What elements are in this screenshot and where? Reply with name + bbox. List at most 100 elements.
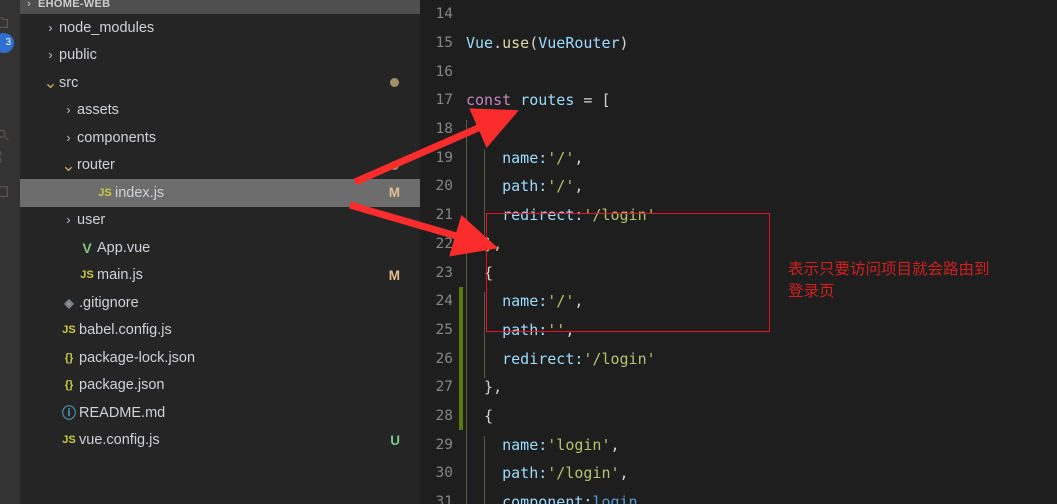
code-token: , <box>574 292 584 311</box>
file-type-icon: JS <box>80 269 94 282</box>
code-token: { <box>466 263 494 282</box>
code-token: path: <box>466 177 548 196</box>
tree-item-router[interactable]: ⌄ router <box>20 152 420 180</box>
explorer-section-header[interactable]: › EHOME-WEB <box>20 0 420 14</box>
source-control-icon[interactable] <box>0 150 10 164</box>
code-token: '/login' <box>583 349 656 368</box>
code-token: '/login' <box>547 464 620 483</box>
tree-item-components[interactable]: › components <box>20 124 420 152</box>
tree-item--gitignore[interactable]: ◈ .gitignore <box>20 289 420 317</box>
code-line[interactable]: 31 component:login <box>420 488 1057 504</box>
code-text: path:'/', <box>466 177 584 207</box>
code-token: 'login' <box>547 435 611 454</box>
tree-item-node-modules[interactable]: › node_modules <box>20 14 420 42</box>
tree-item-public[interactable]: › public <box>20 42 420 70</box>
code-line[interactable]: 28 { <box>420 401 1057 436</box>
tree-item-index-js[interactable]: JS index.js M <box>20 179 420 207</box>
git-added-gutter-marker <box>459 286 463 316</box>
line-number: 15 <box>435 35 453 52</box>
code-token: name: <box>466 148 548 167</box>
code-token: , <box>565 320 575 339</box>
code-line[interactable]: 20 path:'/', <box>420 172 1057 207</box>
code-token: }, <box>466 234 503 253</box>
code-token: path: <box>466 320 548 339</box>
search-icon[interactable] <box>0 128 10 142</box>
file-type-icon: {} <box>64 379 74 392</box>
tree-item-babel-config-js[interactable]: JS babel.config.js <box>20 317 420 345</box>
tree-item-label: main.js <box>97 267 143 284</box>
code-token: , <box>574 148 584 167</box>
code-line[interactable]: 18 { <box>420 115 1057 149</box>
tree-item-label: node_modules <box>59 19 155 36</box>
code-token: , <box>619 464 629 483</box>
code-line[interactable]: 15 Vue.use(VueRouter) <box>420 29 1057 58</box>
indent-guide <box>466 493 467 504</box>
code-token: '/' <box>547 177 575 196</box>
code-line[interactable]: 16 <box>420 57 1057 86</box>
code-line[interactable]: 30 path:'/login', <box>420 459 1057 494</box>
chevron-right-icon: › <box>48 48 53 62</box>
activity-bar[interactable]: 3 <box>0 0 20 504</box>
code-token: path: <box>466 464 548 483</box>
code-line[interactable]: 25 path:'', <box>420 315 1057 350</box>
code-line[interactable]: 27 }, <box>420 372 1057 407</box>
file-type-icon: ⓘ <box>62 404 76 421</box>
code-line[interactable]: 29 name:'login', <box>420 430 1057 465</box>
tree-item-app-vue[interactable]: V App.vue <box>20 234 420 262</box>
line-number: 29 <box>435 436 453 453</box>
code-token: use <box>502 34 530 53</box>
folder-change-dot <box>390 160 399 170</box>
code-line[interactable]: 21 redirect:'/login' <box>420 201 1057 235</box>
code-text: { <box>466 120 493 149</box>
tree-item-package-json[interactable]: {} package.json <box>20 372 420 400</box>
code-text: path:'/login', <box>466 464 629 494</box>
chevron-right-icon: › <box>66 213 71 227</box>
tree-item-readme-md[interactable]: ⓘ README.md <box>20 399 420 427</box>
code-token: , <box>574 177 584 196</box>
chevron-right-icon: › <box>66 103 71 117</box>
tree-item-user[interactable]: › user <box>20 207 420 235</box>
code-line[interactable]: 23 { <box>420 258 1057 293</box>
code-text: name:'login', <box>466 435 620 465</box>
tree-item-main-js[interactable]: JS main.js M <box>20 262 420 290</box>
code-line[interactable]: 14 <box>420 0 1057 29</box>
git-status-badge: M <box>388 267 400 283</box>
code-token: VueRouter <box>538 34 620 53</box>
file-type-icon: JS <box>62 324 76 337</box>
line-number: 30 <box>435 465 453 482</box>
code-line[interactable]: 17 const routes = [ <box>420 86 1057 115</box>
code-token: { <box>466 406 494 425</box>
code-line[interactable]: 26 redirect:'/login' <box>420 344 1057 379</box>
extensions-icon[interactable] <box>0 185 10 199</box>
tree-item-label: components <box>77 129 156 146</box>
git-status-badge: M <box>388 185 400 201</box>
tree-item-label: README.md <box>79 404 166 421</box>
code-line[interactable]: 24 name:'/', <box>420 286 1057 321</box>
line-number: 17 <box>435 92 453 109</box>
git-status-badge: U <box>390 432 400 448</box>
file-type-icon: {} <box>64 351 74 364</box>
tree-item-label: src <box>59 74 79 91</box>
tree-item-label: user <box>77 212 106 229</box>
file-type-icon: JS <box>98 186 112 199</box>
line-number: 31 <box>435 494 453 504</box>
code-text: name:'/', <box>466 148 584 178</box>
tree-item-label: assets <box>77 102 119 119</box>
code-line[interactable]: 22 }, <box>420 230 1057 264</box>
line-number: 21 <box>435 207 453 224</box>
line-number: 20 <box>435 178 453 195</box>
explorer-icon[interactable] <box>0 16 10 30</box>
git-added-gutter-marker <box>459 344 463 373</box>
tree-item-src[interactable]: ⌄ src <box>20 69 420 97</box>
source-control-badge: 3 <box>0 33 14 53</box>
tree-item-assets[interactable]: › assets <box>20 97 420 125</box>
tree-item-label: public <box>59 47 97 64</box>
file-type-icon: ◈ <box>64 295 74 310</box>
file-type-icon: JS <box>62 434 76 447</box>
tree-item-package-lock-json[interactable]: {} package-lock.json <box>20 344 420 372</box>
code-token: [ <box>601 91 611 110</box>
code-token: = <box>574 91 602 110</box>
code-editor[interactable]: 14 15 Vue.use(VueRouter) 16 17 const routes =… <box>420 0 1057 504</box>
code-line[interactable]: 19 name:'/', <box>420 143 1057 178</box>
tree-item-vue-config-js[interactable]: JS vue.config.js U <box>20 427 420 455</box>
